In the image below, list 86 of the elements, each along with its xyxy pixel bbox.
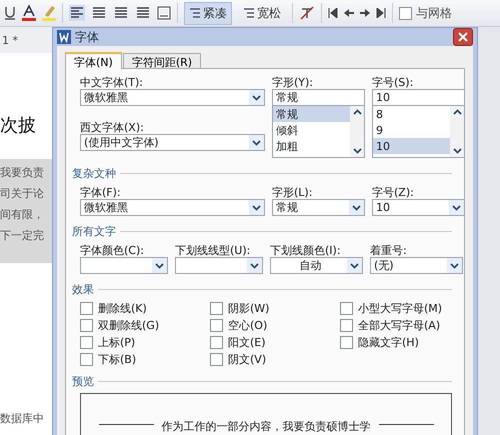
app-icon: [57, 30, 71, 44]
field-label: 字号(S):: [372, 75, 414, 89]
underline-icon[interactable]: [4, 6, 16, 20]
dropdown-field[interactable]: (使用中文字体): [80, 134, 265, 151]
checkbox[interactable]: [340, 318, 353, 332]
line-spacing-icon: [189, 7, 201, 19]
dialog-tab[interactable]: 字体(N): [65, 52, 122, 69]
field-label: 着重号:: [370, 243, 408, 257]
document-text: 我要负责: [0, 165, 45, 180]
field-label: 下划线线型(U):: [175, 243, 252, 257]
field-label: 字体(F):: [80, 185, 122, 199]
dropdown-field[interactable]: [80, 257, 168, 274]
checkbox-label: 删除线(K): [98, 300, 147, 316]
checkbox-label: 上标(P): [98, 334, 136, 350]
checkbox-label: 阴文(V): [228, 352, 266, 366]
list-box[interactable]: 常规 倾斜 加粗: [272, 106, 365, 158]
dropdown-field[interactable]: [175, 257, 263, 274]
field-label: 下划线颜色(I):: [270, 243, 342, 257]
spacing-button[interactable]: 紧凑: [184, 2, 232, 24]
document-tab[interactable]: 1 *: [0, 27, 52, 53]
checkbox[interactable]: [340, 336, 353, 348]
checkbox[interactable]: [80, 352, 93, 366]
document-text: 数据库中: [0, 411, 45, 426]
checkbox-label: 阴影(W): [228, 300, 270, 316]
section-title: 效果: [72, 282, 94, 297]
close-icon: [458, 32, 468, 42]
last-icon[interactable]: [376, 8, 386, 18]
checkbox-label: 阳文(E): [228, 334, 266, 350]
section-title: 复杂文种: [72, 166, 116, 181]
checkbox[interactable]: [340, 302, 353, 314]
list-option[interactable]: 倾斜: [273, 122, 350, 138]
document-heading: 次披: [0, 114, 37, 137]
checkbox-label: 全部大写字母(A): [358, 318, 440, 332]
dropdown-field[interactable]: (无): [370, 257, 463, 274]
preview-text: 作为工作的一部分内容，我要负责硕博士学: [162, 419, 370, 434]
document-text: 司关于论: [0, 186, 45, 201]
dropdown-field[interactable]: 10: [372, 199, 465, 216]
font-color-icon[interactable]: [22, 5, 36, 21]
document-text: 下一定完: [0, 228, 45, 243]
close-button[interactable]: [453, 28, 473, 46]
list-option[interactable]: 加粗: [273, 138, 350, 154]
checkbox[interactable]: [210, 318, 223, 332]
list-option[interactable]: 常规: [273, 106, 350, 122]
checkbox[interactable]: [80, 302, 93, 314]
clear-format-icon[interactable]: [299, 5, 315, 21]
dropdown-field[interactable]: 常规: [272, 89, 365, 106]
dropdown-field[interactable]: 微软雅黑: [80, 89, 265, 106]
window-title: 字体: [75, 28, 100, 46]
line-spacing-icon: [243, 7, 255, 19]
checkbox[interactable]: [210, 302, 223, 314]
checkbox[interactable]: [210, 352, 223, 366]
dialog-tab[interactable]: 字符间距(R): [122, 53, 202, 68]
checkbox-label: 下标(B): [98, 352, 136, 366]
next-icon[interactable]: [360, 8, 370, 18]
checkbox[interactable]: [399, 6, 412, 20]
field-label: 西文字体(X):: [80, 120, 145, 134]
field-label: 字形(L):: [272, 185, 314, 199]
checkbox-label: 隐藏文字(H): [358, 334, 419, 350]
field-label: 字形(Y):: [272, 75, 314, 89]
checkbox-label: 双删除线(G): [98, 318, 160, 332]
field-label: 字体颜色(C):: [80, 243, 145, 257]
checkbox[interactable]: [210, 336, 223, 348]
first-icon[interactable]: [328, 8, 338, 18]
field-label: 中文字体(T):: [80, 75, 144, 89]
dropdown-field[interactable]: 自动: [270, 257, 363, 274]
dropdown-field[interactable]: 微软雅黑: [80, 199, 265, 216]
border-icon[interactable]: [157, 6, 171, 20]
list-option[interactable]: 9: [373, 122, 450, 138]
section-title: 预览: [72, 374, 94, 389]
list-option[interactable]: 10: [373, 138, 450, 154]
spacing-button[interactable]: 宽松: [238, 2, 286, 24]
document-text: 间有限，: [0, 207, 45, 222]
checkbox-label: 小型大写字母(M): [358, 300, 442, 316]
checkbox-label: 与网格: [416, 4, 452, 22]
checkbox[interactable]: [80, 318, 93, 332]
checkbox-label: 空心(O): [228, 318, 268, 332]
dropdown-field[interactable]: 常规: [272, 199, 365, 216]
list-option[interactable]: 8: [373, 106, 450, 122]
list-box[interactable]: 8 9 10: [372, 106, 465, 158]
previous-icon[interactable]: [344, 8, 354, 18]
align-icon[interactable]: [69, 5, 85, 21]
highlighter-icon[interactable]: [42, 5, 56, 21]
section-title: 所有文字: [72, 224, 116, 239]
checkbox[interactable]: [80, 336, 93, 348]
field-label: 字号(Z):: [372, 185, 415, 199]
dropdown-field[interactable]: 10: [372, 89, 465, 106]
